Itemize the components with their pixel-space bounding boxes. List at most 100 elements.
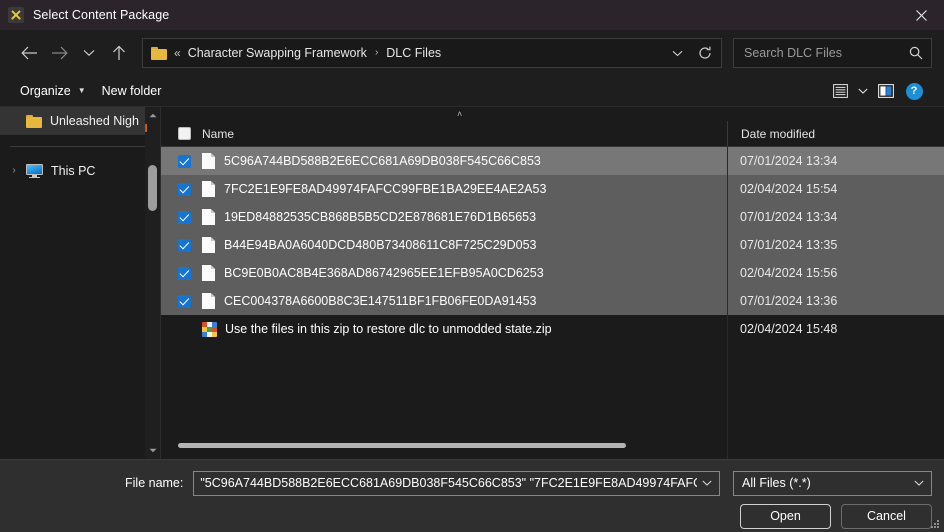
recent-locations-button[interactable] [74, 38, 104, 68]
file-name-label: BC9E0B0AC8B4E368AD86742965EE1EFB95A0CD62… [224, 266, 544, 280]
refresh-icon[interactable] [691, 40, 719, 66]
sort-indicator-bar: ˄ [161, 107, 944, 121]
scroll-up-icon[interactable] [145, 107, 160, 124]
row-checkbox[interactable] [178, 182, 191, 196]
sidebar-scrollbar[interactable] [145, 107, 160, 459]
table-row[interactable]: 7FC2E1E9FE8AD49974FAFCC99FBE1BA29EE4AE2A… [161, 175, 944, 203]
organize-button[interactable]: Organize ▼ [12, 80, 94, 102]
file-icon [202, 237, 215, 253]
row-checkbox[interactable] [178, 238, 191, 252]
folder-icon [151, 46, 167, 60]
column-header-name[interactable]: Name [161, 121, 727, 146]
table-row[interactable]: CEC004378A6600B8C3E147511BF1FB06FE0DA914… [161, 287, 944, 315]
file-name-cell: 19ED84882535CB868B5B5CD2E878681E76D1B656… [161, 209, 727, 225]
help-icon[interactable]: ? [900, 79, 928, 103]
navigation-pane: Unleashed Nigh › This PC [0, 107, 160, 459]
chevron-down-icon[interactable] [697, 480, 717, 486]
sidebar-divider [10, 146, 148, 147]
table-row[interactable]: B44E94BA0A6040DCD480B73408611C8F725C29D0… [161, 231, 944, 259]
file-name-label: Use the files in this zip to restore dlc… [225, 322, 552, 336]
column-divider [727, 147, 728, 459]
new-folder-label: New folder [101, 84, 162, 98]
file-date-label: 07/01/2024 13:35 [740, 238, 838, 252]
file-name-row: File name: "5C96A744BD588B2E6ECC681A69DB… [12, 460, 932, 500]
breadcrumb-item-1[interactable]: DLC Files [385, 44, 442, 62]
file-name-label: B44E94BA0A6040DCD480B73408611C8F725C29D0… [224, 238, 537, 252]
horizontal-scrollbar[interactable] [161, 443, 944, 449]
file-name-label: 5C96A744BD588B2E6ECC681A69DB038F545C66C8… [224, 154, 541, 168]
file-name-label: 19ED84882535CB868B5B5CD2E878681E76D1B656… [224, 210, 537, 224]
file-list-pane: ˄ Name Date modified 5C96A744BD588B2E6EC… [161, 107, 944, 459]
file-icon [202, 265, 215, 281]
file-icon [202, 153, 215, 169]
open-button[interactable]: Open [740, 503, 831, 529]
window-title: Select Content Package [33, 8, 170, 22]
file-date-label: 07/01/2024 13:36 [740, 294, 838, 308]
sort-ascending-icon: ˄ [457, 109, 463, 119]
sidebar-item-this-pc[interactable]: › This PC [0, 157, 160, 185]
horizontal-scrollbar-thumb[interactable] [178, 443, 626, 448]
file-type-filter-value: All Files (*.*) [742, 476, 811, 490]
row-checkbox[interactable] [178, 266, 191, 280]
sidebar-item-unleashed-night[interactable]: Unleashed Nigh [0, 107, 160, 135]
close-icon[interactable] [898, 0, 944, 30]
select-all-checkbox[interactable] [178, 127, 191, 140]
file-name-cell: CEC004378A6600B8C3E147511BF1FB06FE0DA914… [161, 293, 727, 309]
title-bar: Select Content Package [0, 0, 944, 30]
sidebar-scrollbar-thumb[interactable] [148, 165, 157, 211]
forward-button[interactable] [44, 38, 74, 68]
row-checkbox[interactable] [178, 294, 191, 308]
file-picker-dialog: Select Content Package « Character Swapp… [0, 0, 944, 532]
search-input[interactable]: Search DLC Files [733, 38, 932, 68]
view-options-chevron-down-icon[interactable] [854, 79, 872, 103]
file-name-cell: 7FC2E1E9FE8AD49974FAFCC99FBE1BA29EE4AE2A… [161, 181, 727, 197]
dialog-footer: File name: "5C96A744BD588B2E6ECC681A69DB… [0, 459, 944, 532]
preview-pane-icon[interactable] [872, 79, 900, 103]
file-name-cell: B44E94BA0A6040DCD480B73408611C8F725C29D0… [161, 237, 727, 253]
cancel-button[interactable]: Cancel [841, 503, 932, 529]
table-row[interactable]: BC9E0B0AC8B4E368AD86742965EE1EFB95A0CD62… [161, 259, 944, 287]
resize-grip[interactable] [929, 518, 941, 530]
help-label: ? [905, 82, 923, 100]
breadcrumb-item-0[interactable]: Character Swapping Framework [187, 44, 368, 62]
file-type-filter-select[interactable]: All Files (*.*) [733, 470, 932, 496]
navigation-bar: « Character Swapping Framework › DLC Fil… [0, 30, 944, 76]
chevron-down-icon[interactable] [663, 40, 691, 66]
file-icon [202, 209, 215, 225]
row-checkbox[interactable] [178, 210, 191, 224]
table-row[interactable]: 19ED84882535CB868B5B5CD2E878681E76D1B656… [161, 203, 944, 231]
file-name-cell: Use the files in this zip to restore dlc… [161, 321, 727, 337]
file-name-label-text: File name: [125, 476, 184, 490]
row-checkbox[interactable] [178, 154, 191, 168]
file-name-label: 7FC2E1E9FE8AD49974FAFCC99FBE1BA29EE4AE2A… [224, 182, 547, 196]
file-name-value: "5C96A744BD588B2E6ECC681A69DB038F545C66C… [200, 476, 697, 490]
back-button[interactable] [14, 38, 44, 68]
file-date-label: 07/01/2024 13:34 [740, 210, 838, 224]
breadcrumb-overflow-icon[interactable]: « [174, 47, 181, 59]
new-folder-button[interactable]: New folder [94, 80, 170, 102]
command-bar: Organize ▼ New folder ? [0, 76, 944, 106]
row-checkbox[interactable] [178, 323, 191, 336]
file-date-label: 07/01/2024 13:34 [740, 154, 838, 168]
list-view-icon[interactable] [826, 79, 854, 103]
column-headers: Name Date modified [161, 121, 944, 147]
table-row[interactable]: 5C96A744BD588B2E6ECC681A69DB038F545C66C8… [161, 147, 944, 175]
sidebar-accent-marker [145, 124, 147, 132]
chevron-right-icon[interactable]: › [2, 166, 26, 176]
file-name-input[interactable]: "5C96A744BD588B2E6ECC681A69DB038F545C66C… [193, 470, 720, 496]
dialog-body: Unleashed Nigh › This PC ˄ Name Date mod… [0, 106, 944, 459]
search-placeholder: Search DLC Files [744, 46, 842, 60]
address-bar[interactable]: « Character Swapping Framework › DLC Fil… [142, 38, 722, 68]
file-rows: 5C96A744BD588B2E6ECC681A69DB038F545C66C8… [161, 147, 944, 459]
scroll-down-icon[interactable] [145, 442, 160, 459]
column-header-date[interactable]: Date modified [727, 121, 944, 146]
file-icon [202, 181, 215, 197]
chevron-down-icon[interactable] [909, 480, 929, 486]
column-header-date-label: Date modified [741, 126, 816, 141]
up-button[interactable] [104, 38, 134, 68]
x-mark-icon [8, 7, 24, 23]
table-row[interactable]: Use the files in this zip to restore dlc… [161, 315, 944, 343]
chevron-down-icon: ▼ [77, 86, 86, 95]
sidebar-item-label: Unleashed Nigh [50, 114, 139, 128]
zip-icon [202, 321, 217, 337]
